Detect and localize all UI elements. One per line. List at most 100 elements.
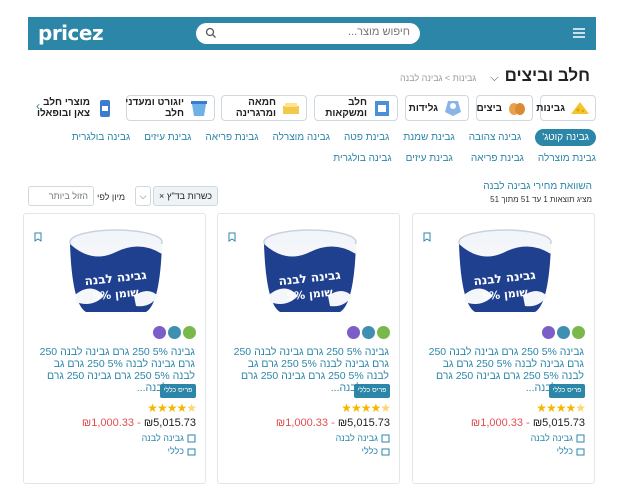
section-title[interactable]: השוואת מחירי גבינה לבנה [483,181,592,192]
price-low: ₪1,000.33 [470,417,524,429]
star-icon: ★ [166,401,178,415]
filter-dropdown-toggle[interactable]: ⌵ [135,186,151,206]
subcategory-item[interactable]: גבינת פריאה [471,150,524,167]
tag-icon [381,434,390,442]
badge-kosher-icon [347,326,360,339]
category-yogurt[interactable]: יוגורט ומעדני חלב [125,95,215,121]
category-label: חלב ומשקאות [325,97,367,119]
product-badges [542,326,585,339]
product-card[interactable]: גבינה לבנה 5% שומן גבינה 5% 250 גרם גבינ… [23,213,206,484]
category-label: גבינות [536,102,565,114]
subcategory-item[interactable]: גבינת עיזים [406,150,453,167]
badge-info-icon [168,326,181,339]
search-icon[interactable] [205,27,217,39]
close-icon[interactable]: × [159,191,164,201]
result-count: מציג תוצאות 1 עד 51 מתוך 51 [490,195,592,204]
badge-green-icon [183,326,196,339]
chevron-down-icon[interactable]: ⌵ [490,72,498,85]
tag-icon [187,434,196,442]
category-label: מוצרי חלב צאן ובופאלו [36,97,90,119]
category-label: גלידות [408,102,438,114]
badge-kosher-icon [153,326,166,339]
search-input[interactable] [230,26,410,38]
category-butter[interactable]: חמאה ומרגרינה [221,95,307,121]
half-star-icon: ★ [575,401,586,415]
badge-green-icon [572,326,585,339]
star-icon: ★ [176,401,187,415]
category-row[interactable]: כללי [557,446,585,456]
category-carousel: ‹ גבינות ביצים גלידות חלב ומשקאות חמאה ו… [28,95,598,121]
category-eggs[interactable]: ביצים [476,95,533,121]
category-label: כללי [361,446,378,456]
yogurt-icon [191,101,207,116]
category-milk-drinks[interactable]: חלב ומשקאות [314,95,398,121]
bookmark-icon[interactable] [34,232,42,242]
category-sheep-milk[interactable]: מוצרי חלב צאן ובופאלו [37,95,120,121]
star-icon: ★ [545,401,557,415]
product-image[interactable]: גבינה לבנה 5% שומן [451,224,559,324]
subcategory-item[interactable]: גבינה בולגרית [333,150,391,167]
search-bar[interactable] [196,23,420,44]
category-label: כללי [167,446,184,456]
rating-stars: ★★★★★ [341,401,391,415]
category-cheese[interactable]: גבינות [536,95,596,121]
price-low: ₪1,000.33 [81,417,135,429]
filter-chip-label: כשרות בד"ץ [166,191,212,201]
product-image[interactable]: גבינה לבנה 5% שומן [256,224,364,324]
rating-stars: ★★★★★ [147,401,197,415]
page-title[interactable]: חלב וביצים [505,66,590,86]
brand-label: גבינה לבנה [335,433,378,443]
badge-info-icon [557,326,570,339]
category-icon [187,448,196,455]
category-label: כללי [556,446,573,456]
eggs-icon [509,103,525,115]
subcategory-item[interactable]: גבינת מוצרלה [538,150,596,167]
category-row[interactable]: כללי [168,446,196,456]
subcategory-item[interactable]: גבינה צהובה [469,129,522,146]
subcategory-list: גבינה קוטג' גבינה צהובה גבינת שמנת גבינת… [36,129,596,167]
sort-select[interactable]: הזול ביותר [28,186,94,206]
subcategory-active[interactable]: גבינה קוטג' [535,129,596,146]
breadcrumb[interactable]: גבינות > גבינה לבנה [400,73,476,83]
product-image[interactable]: גבינה לבנה 5% שומן [62,224,170,324]
price-high: ₪5,015.73 [143,417,196,429]
store-button[interactable]: פריס כללי [549,384,585,398]
filter-chip-kosher[interactable]: כשרות בד"ץ × [153,186,218,206]
sort-label: מיון לפי [97,192,126,202]
brand-row[interactable]: גבינה לבנה [531,433,585,443]
hamburger-menu-icon[interactable] [572,26,586,40]
milk-icon [375,101,389,116]
star-icon: ★ [341,401,352,415]
brand-row[interactable]: גבינה לבנה [142,433,196,443]
category-row[interactable]: כללי [362,446,390,456]
subcategory-item[interactable]: גבינת פריאה [205,129,258,146]
subcategory-item[interactable]: גבינה מוצרלה [272,129,330,146]
category-ice-cream[interactable]: גלידות [405,95,469,121]
sheep-milk-icon [100,100,110,117]
price-high: ₪5,015.73 [337,417,390,429]
price-range: ₪5,015.73 - ₪1,000.33 [470,417,585,429]
subcategory-item[interactable]: גבינת פטה [344,129,389,146]
subcategory-item[interactable]: גבינה בולגרית [72,129,130,146]
category-icon [381,448,390,455]
subcategory-item[interactable]: גבינת שמנת [403,129,454,146]
store-button[interactable]: פריס כללי [160,384,196,398]
half-star-icon: ★ [380,401,391,415]
title-row: חלב וביצים ⌵ גבינות > גבינה לבנה [400,66,590,86]
bookmark-icon[interactable] [228,232,236,242]
subcategory-item[interactable]: גבינת עיזים [144,129,191,146]
logo[interactable]: pricez [38,21,104,45]
badge-green-icon [377,326,390,339]
brand-row[interactable]: גבינה לבנה [336,433,390,443]
butter-icon [283,103,299,114]
category-label: ביצים [476,102,502,114]
bookmark-icon[interactable] [423,232,431,242]
price-range: ₪5,015.73 - ₪1,000.33 [275,417,390,429]
star-icon: ★ [156,401,168,415]
category-label: יוגורט ומעדני חלב [125,97,184,119]
product-card[interactable]: גבינה לבנה 5% שומן גבינה 5% 250 גרם גבינ… [412,213,595,484]
product-card[interactable]: גבינה לבנה 5% שומן גבינה 5% 250 גרם גבינ… [217,213,400,484]
category-icon [576,448,585,455]
store-button[interactable]: פריס כללי [354,384,390,398]
star-icon: ★ [370,401,381,415]
